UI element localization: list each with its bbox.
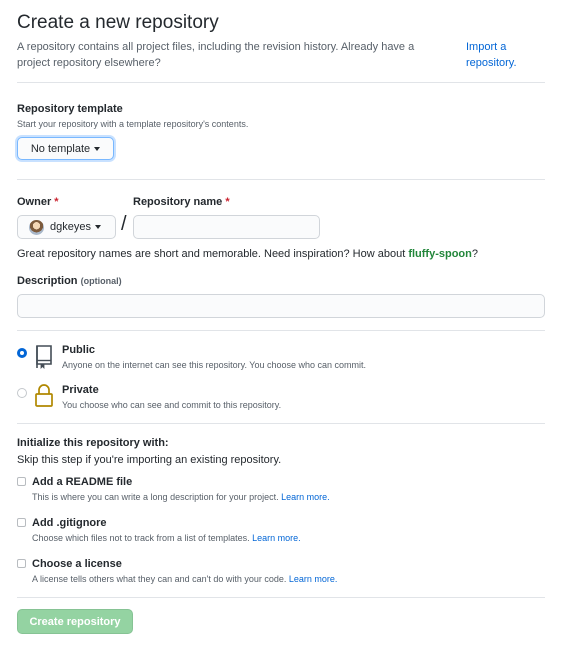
gitignore-learn-more-link[interactable]: Learn more. <box>252 533 301 543</box>
divider <box>17 597 545 598</box>
repository-name-label-text: Repository name <box>133 196 223 208</box>
owner-select-button[interactable]: dgkeyes <box>17 215 116 239</box>
private-radio[interactable] <box>17 388 27 398</box>
divider <box>17 330 545 331</box>
required-marker: * <box>54 196 59 208</box>
license-title: Choose a license <box>32 558 122 570</box>
gitignore-checkbox[interactable] <box>17 518 26 527</box>
readme-checkbox[interactable] <box>17 477 26 486</box>
public-title: Public <box>62 344 96 356</box>
description-label-text: Description <box>17 275 78 287</box>
license-checkbox[interactable] <box>17 559 26 568</box>
template-select-label: No template <box>30 142 91 155</box>
caret-down-icon <box>94 146 101 151</box>
repo-icon <box>34 345 54 372</box>
init-title: Initialize this repository with: <box>17 437 169 449</box>
private-title: Private <box>62 384 99 396</box>
template-select-button[interactable]: No template <box>17 137 114 160</box>
optional-marker: (optional) <box>80 276 122 286</box>
owner-value: dgkeyes <box>50 221 91 233</box>
lock-icon <box>34 383 54 411</box>
gitignore-description-text: Choose which files not to track from a l… <box>32 533 250 543</box>
repository-name-label: Repository name * <box>133 196 230 208</box>
divider <box>17 423 545 424</box>
private-description: You choose who can see and commit to thi… <box>62 400 282 410</box>
gitignore-title: Add .gitignore <box>32 517 107 529</box>
readme-description-text: This is where you can write a long descr… <box>32 492 279 502</box>
suggested-name-link[interactable]: fluffy-spoon <box>408 248 472 260</box>
suggestion-prefix: Great repository names are short and mem… <box>17 248 409 260</box>
divider <box>17 82 545 83</box>
license-learn-more-link[interactable]: Learn more. <box>289 574 338 584</box>
license-description-text: A license tells others what they can and… <box>32 574 287 584</box>
owner-label: Owner * <box>17 196 59 208</box>
readme-title: Add a README file <box>32 476 133 488</box>
description-label: Description (optional) <box>17 275 122 287</box>
import-repository-link[interactable]: Import a repository. <box>466 39 546 71</box>
template-note: Start your repository with a template re… <box>17 119 249 129</box>
owner-label-text: Owner <box>17 196 52 208</box>
readme-description: This is where you can write a long descr… <box>32 492 330 502</box>
required-marker: * <box>225 196 230 208</box>
owner-repo-separator: / <box>121 213 127 235</box>
public-radio[interactable] <box>17 348 27 358</box>
public-description: Anyone on the internet can see this repo… <box>62 360 367 370</box>
license-description: A license tells others what they can and… <box>32 574 337 584</box>
page-subtitle: A repository contains all project files,… <box>17 41 415 69</box>
create-repository-button[interactable]: Create repository <box>17 609 133 634</box>
suggestion-suffix: ? <box>471 248 478 260</box>
description-input[interactable] <box>17 294 545 318</box>
avatar <box>29 219 44 235</box>
init-note: Skip this step if you're importing an ex… <box>17 454 282 466</box>
repository-name-input[interactable] <box>133 215 320 239</box>
template-label: Repository template <box>17 103 123 115</box>
caret-down-icon <box>94 225 101 229</box>
page-title: Create a new repository <box>17 12 219 33</box>
gitignore-description: Choose which files not to track from a l… <box>32 533 301 543</box>
readme-learn-more-link[interactable]: Learn more. <box>281 492 330 502</box>
name-suggestion: Great repository names are short and mem… <box>17 248 478 260</box>
divider <box>17 179 545 180</box>
